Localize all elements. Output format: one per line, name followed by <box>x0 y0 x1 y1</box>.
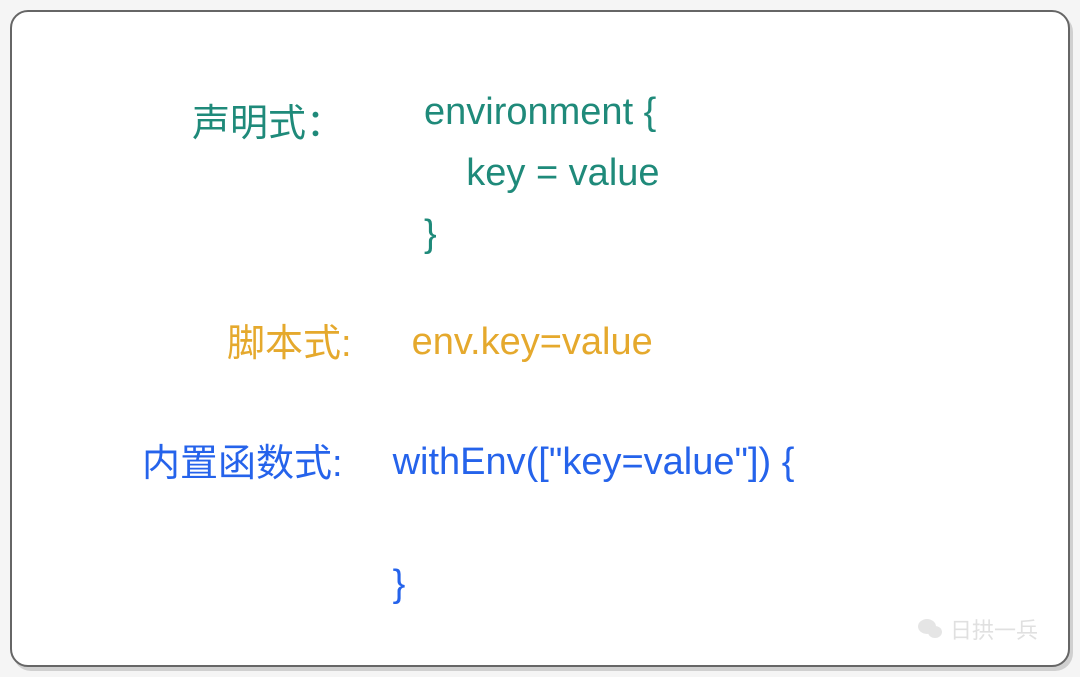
script-code: env.key=value <box>412 312 653 373</box>
script-row: 脚本式: env.key=value <box>227 312 653 373</box>
code-line: key = value <box>424 152 660 194</box>
watermark: 日拱一兵 <box>916 613 1038 645</box>
wechat-icon <box>916 615 944 643</box>
builtin-row: 内置函数式: withEnv(["key=value"]) { } <box>142 432 794 614</box>
declarative-code: environment { key = value } <box>424 82 660 264</box>
code-line: } <box>393 563 406 605</box>
diagram-card: 声明式： environment { key = value } 脚本式: en… <box>10 10 1070 667</box>
declarative-row: 声明式： environment { key = value } <box>192 82 660 264</box>
code-line: environment { <box>424 91 656 133</box>
script-label: 脚本式: <box>227 312 352 367</box>
watermark-text: 日拱一兵 <box>950 613 1038 645</box>
builtin-code: withEnv(["key=value"]) { } <box>393 432 795 614</box>
code-line: } <box>424 213 437 255</box>
code-line: withEnv(["key=value"]) { <box>393 441 795 483</box>
builtin-label: 内置函数式: <box>142 432 343 487</box>
declarative-label: 声明式： <box>192 92 344 147</box>
